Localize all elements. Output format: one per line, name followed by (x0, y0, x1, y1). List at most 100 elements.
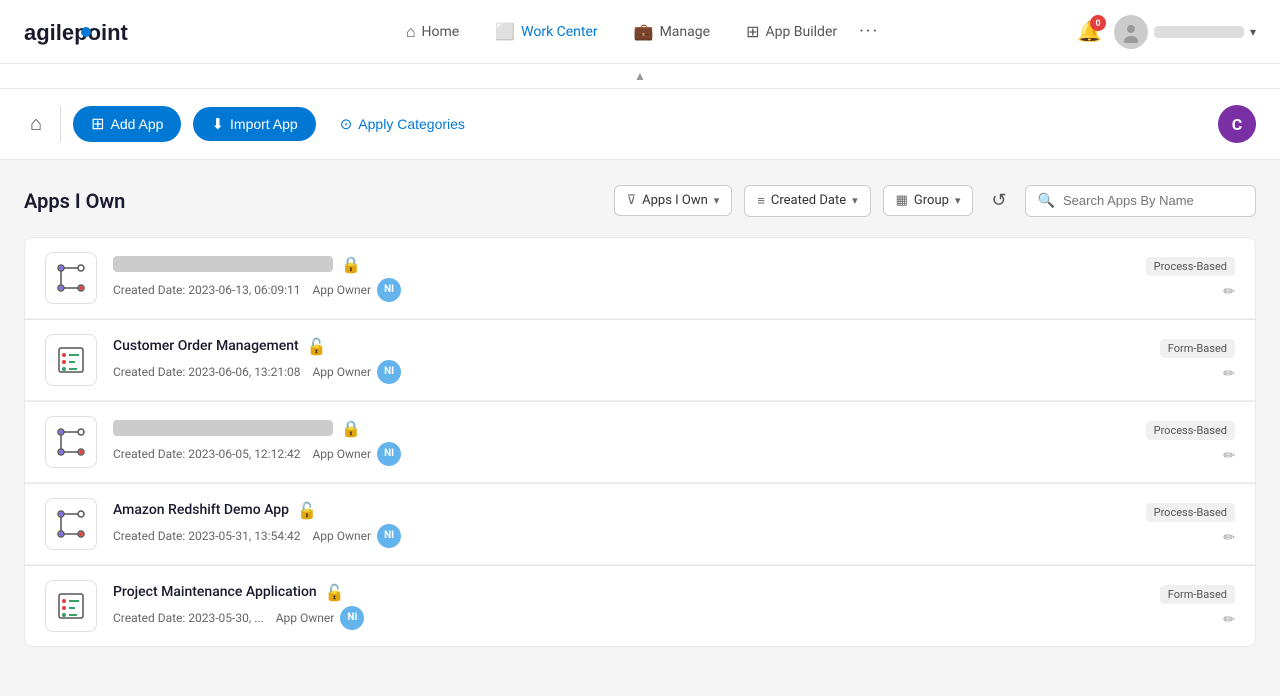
home-button[interactable]: ⌂ (24, 107, 48, 142)
app-created-date: Created Date: 2023-06-06, 13:21:08 (113, 365, 300, 379)
notification-badge: 0 (1090, 15, 1106, 31)
nav-label-manage: Manage (660, 24, 710, 40)
edit-icon[interactable]: ✏ (1223, 284, 1235, 300)
app-created-date: Created Date: 2023-05-30, ... (113, 611, 264, 625)
toolbar: ⌂ ⊞ Add App ⬇ Import App ⊙ Apply Categor… (0, 89, 1280, 160)
section-title: Apps I Own (24, 189, 154, 213)
app-name-row: Customer Order Management 🔓 (113, 337, 1079, 356)
nav-links: ⌂ Home ⬜ Work Center 💼 Manage ⊞ App Buil… (194, 14, 1077, 50)
app-icon (45, 334, 97, 386)
user-menu[interactable]: ▾ (1114, 15, 1256, 49)
filter2-chevron: ▾ (852, 194, 858, 207)
nav-item-home[interactable]: ⌂ Home (392, 14, 473, 50)
owner-avatar: NI (377, 442, 401, 466)
owner-label: App Owner (276, 611, 335, 625)
lock-icon: 🔒 (341, 255, 361, 274)
home-nav-icon: ⌂ (406, 22, 416, 42)
app-info: 🔒 Created Date: 2023-06-13, 06:09:11 App… (113, 255, 1079, 302)
edit-icon[interactable]: ✏ (1223, 612, 1235, 628)
app-info: Amazon Redshift Demo App 🔓 Created Date:… (113, 501, 1079, 548)
edit-icon[interactable]: ✏ (1223, 366, 1235, 382)
owner-badge: App Owner NI (312, 278, 401, 302)
app-info: Project Maintenance Application 🔓 Create… (113, 583, 1079, 630)
svg-text:agilepoint: agilepoint (24, 20, 129, 45)
app-name-row: Amazon Redshift Demo App 🔓 (113, 501, 1079, 520)
unlock-icon: 🔓 (297, 501, 317, 520)
nav-item-appbuilder[interactable]: ⊞ App Builder (732, 14, 851, 49)
owner-label: App Owner (312, 529, 371, 543)
apply-categories-button[interactable]: ⊙ Apply Categories (328, 107, 477, 141)
owner-avatar: NI (377, 278, 401, 302)
unlock-icon: 🔓 (325, 583, 345, 602)
edit-icon[interactable]: ✏ (1223, 448, 1235, 464)
app-name: Customer Order Management (113, 338, 299, 354)
edit-icon[interactable]: ✏ (1223, 530, 1235, 546)
app-name-row: 🔒 (113, 255, 1079, 274)
app-type-badge: Form-Based (1160, 585, 1235, 604)
import-app-label: Import App (230, 116, 298, 132)
app-created-date: Created Date: 2023-06-05, 12:12:42 (113, 447, 300, 461)
app-info: 🔒 Created Date: 2023-06-05, 12:12:42 App… (113, 419, 1079, 466)
user-name-blurred (1154, 26, 1244, 38)
app-right: Form-Based ✏ (1095, 339, 1235, 382)
nav-more-dots[interactable]: ··· (859, 21, 879, 42)
app-info: Customer Order Management 🔓 Created Date… (113, 337, 1079, 384)
search-box: 🔍 (1025, 185, 1256, 217)
app-right: Process-Based ✏ (1095, 421, 1235, 464)
user-initial: C (1232, 115, 1242, 134)
app-list: 🔒 Created Date: 2023-06-13, 06:09:11 App… (24, 237, 1256, 647)
owner-badge: App Owner NI (312, 524, 401, 548)
app-name: Project Maintenance Application (113, 584, 317, 600)
list-item[interactable]: 🔒 Created Date: 2023-06-05, 12:12:42 App… (24, 401, 1256, 483)
search-icon: 🔍 (1038, 193, 1055, 209)
categories-icon: ⊙ (340, 115, 353, 133)
collapse-icon: ▲ (634, 69, 646, 83)
monitor-icon: ⬜ (495, 22, 515, 41)
search-input[interactable] (1063, 193, 1243, 208)
created-date-filter[interactable]: ≡ Created Date ▾ (744, 185, 870, 217)
sort-icon: ≡ (757, 193, 765, 209)
app-right: Form-Based ✏ (1095, 585, 1235, 628)
app-meta: Created Date: 2023-06-06, 13:21:08 App O… (113, 360, 1079, 384)
app-name: Amazon Redshift Demo App (113, 502, 289, 518)
app-created-date: Created Date: 2023-06-13, 06:09:11 (113, 283, 300, 297)
user-avatar-circle[interactable]: C (1218, 105, 1256, 143)
filter2-label: Created Date (771, 193, 846, 208)
reset-filters-button[interactable]: ↺ (985, 184, 1012, 217)
app-type-badge: Process-Based (1146, 257, 1235, 276)
nav-item-manage[interactable]: 💼 Manage (620, 14, 724, 49)
nav-item-workcenter[interactable]: ⬜ Work Center (481, 14, 611, 49)
add-app-button[interactable]: ⊞ Add App (73, 106, 181, 142)
avatar (1114, 15, 1148, 49)
app-type-badge: Process-Based (1146, 503, 1235, 522)
group-filter[interactable]: ▦ Group ▾ (883, 185, 974, 216)
import-app-button[interactable]: ⬇ Import App (193, 107, 315, 141)
apps-own-filter[interactable]: ⊽ Apps I Own ▾ (614, 185, 733, 216)
user-chevron-icon: ▾ (1250, 25, 1256, 39)
owner-label: App Owner (312, 447, 371, 461)
app-right: Process-Based ✏ (1095, 503, 1235, 546)
main-content: Apps I Own ⊽ Apps I Own ▾ ≡ Created Date… (0, 160, 1280, 671)
app-meta: Created Date: 2023-06-13, 06:09:11 App O… (113, 278, 1079, 302)
nav-label-appbuilder: App Builder (765, 24, 837, 40)
owner-label: App Owner (312, 365, 371, 379)
app-type-badge: Process-Based (1146, 421, 1235, 440)
owner-avatar: NI (340, 606, 364, 630)
list-item[interactable]: 🔒 Created Date: 2023-06-13, 06:09:11 App… (24, 237, 1256, 319)
import-icon: ⬇ (211, 115, 224, 133)
app-name (113, 420, 333, 436)
list-item[interactable]: Project Maintenance Application 🔓 Create… (24, 565, 1256, 647)
notifications-button[interactable]: 🔔 0 (1077, 19, 1102, 44)
toolbar-divider (60, 106, 61, 142)
owner-avatar: NI (377, 524, 401, 548)
group-icon: ▦ (896, 193, 908, 208)
owner-avatar: NI (377, 360, 401, 384)
app-name (113, 256, 333, 272)
filter-icon: ⊽ (627, 193, 637, 208)
collapse-bar[interactable]: ▲ (0, 64, 1280, 89)
list-item[interactable]: Customer Order Management 🔓 Created Date… (24, 319, 1256, 401)
nav-label-workcenter: Work Center (521, 24, 598, 40)
list-item[interactable]: Amazon Redshift Demo App 🔓 Created Date:… (24, 483, 1256, 565)
app-name-row: 🔒 (113, 419, 1079, 438)
app-meta: Created Date: 2023-06-05, 12:12:42 App O… (113, 442, 1079, 466)
